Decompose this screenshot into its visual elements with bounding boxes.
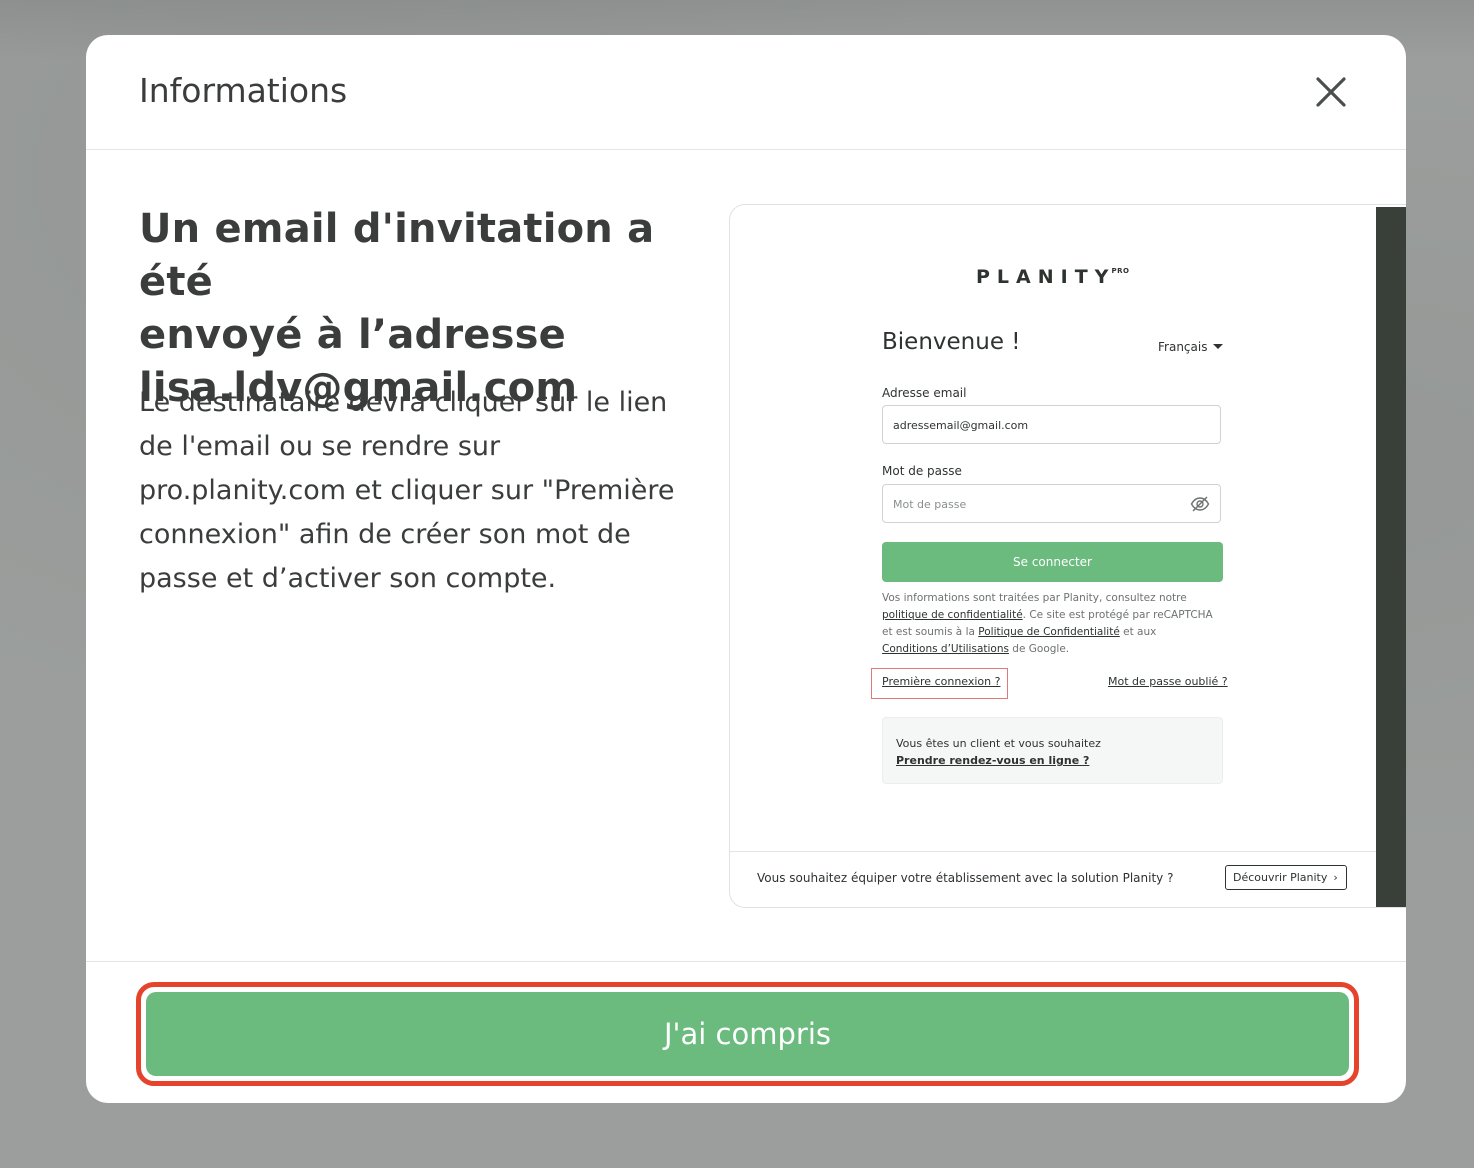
modal-footer: J'ai compris xyxy=(86,961,1406,1103)
description-line: connexion" afin de créer son mot de xyxy=(139,519,631,550)
chevron-right-icon: › xyxy=(1333,871,1338,884)
password-field: Mot de passe xyxy=(882,484,1221,523)
description-line: Le destinataire devra cliquer sur le lie… xyxy=(139,387,668,418)
confirm-button[interactable]: J'ai compris xyxy=(146,992,1349,1076)
preview-footer: Vous souhaitez équiper votre établisseme… xyxy=(730,851,1376,907)
confirm-button-highlight: J'ai compris xyxy=(136,982,1359,1086)
footer-text: Vous souhaitez équiper votre établisseme… xyxy=(757,871,1174,885)
caret-down-icon xyxy=(1213,344,1224,349)
email-field: adressemail@gmail.com xyxy=(882,405,1221,444)
close-button[interactable] xyxy=(1314,75,1348,109)
eye-off-icon xyxy=(1190,496,1210,512)
language-select: Français xyxy=(1158,340,1224,354)
planity-logo: PLANITYPRO xyxy=(976,266,1130,288)
welcome-title: Bienvenue ! xyxy=(882,329,1021,355)
headline-line: Un email d'invitation a été xyxy=(139,206,655,305)
legal-text: Vos informations sont traitées par Plani… xyxy=(882,592,1213,655)
close-icon xyxy=(1316,77,1346,107)
login-preview-image: PLANITYPRO Bienvenue ! Français Adresse … xyxy=(729,204,1406,908)
client-text: Vous êtes un client et vous souhaitez xyxy=(896,737,1101,750)
forgot-password-link: Mot de passe oublié ? xyxy=(1108,675,1228,688)
info-modal: Informations Un email d'invitation a été… xyxy=(86,35,1406,1103)
client-booking-link: Prendre rendez-vous en ligne ? xyxy=(896,754,1090,767)
description-line: passe et d’activer son compte. xyxy=(139,563,557,594)
connect-button: Se connecter xyxy=(882,542,1223,582)
email-label: Adresse email xyxy=(882,386,967,400)
description-line: de l'email ou se rendre sur xyxy=(139,431,501,462)
description-line: pro.planity.com et cliquer sur "Première xyxy=(139,475,675,506)
preview-side-strip xyxy=(1376,207,1406,907)
headline-line: envoyé à l’adresse xyxy=(139,312,566,358)
modal-header: Informations xyxy=(86,35,1406,150)
first-login-link: Première connexion ? xyxy=(882,675,1001,688)
password-label: Mot de passe xyxy=(882,464,962,478)
modal-title: Informations xyxy=(139,71,348,110)
description: Le destinataire devra cliquer sur le lie… xyxy=(139,381,699,601)
discover-button: Découvrir Planity › xyxy=(1225,865,1347,890)
client-box: Vous êtes un client et vous souhaitez Pr… xyxy=(882,717,1223,784)
